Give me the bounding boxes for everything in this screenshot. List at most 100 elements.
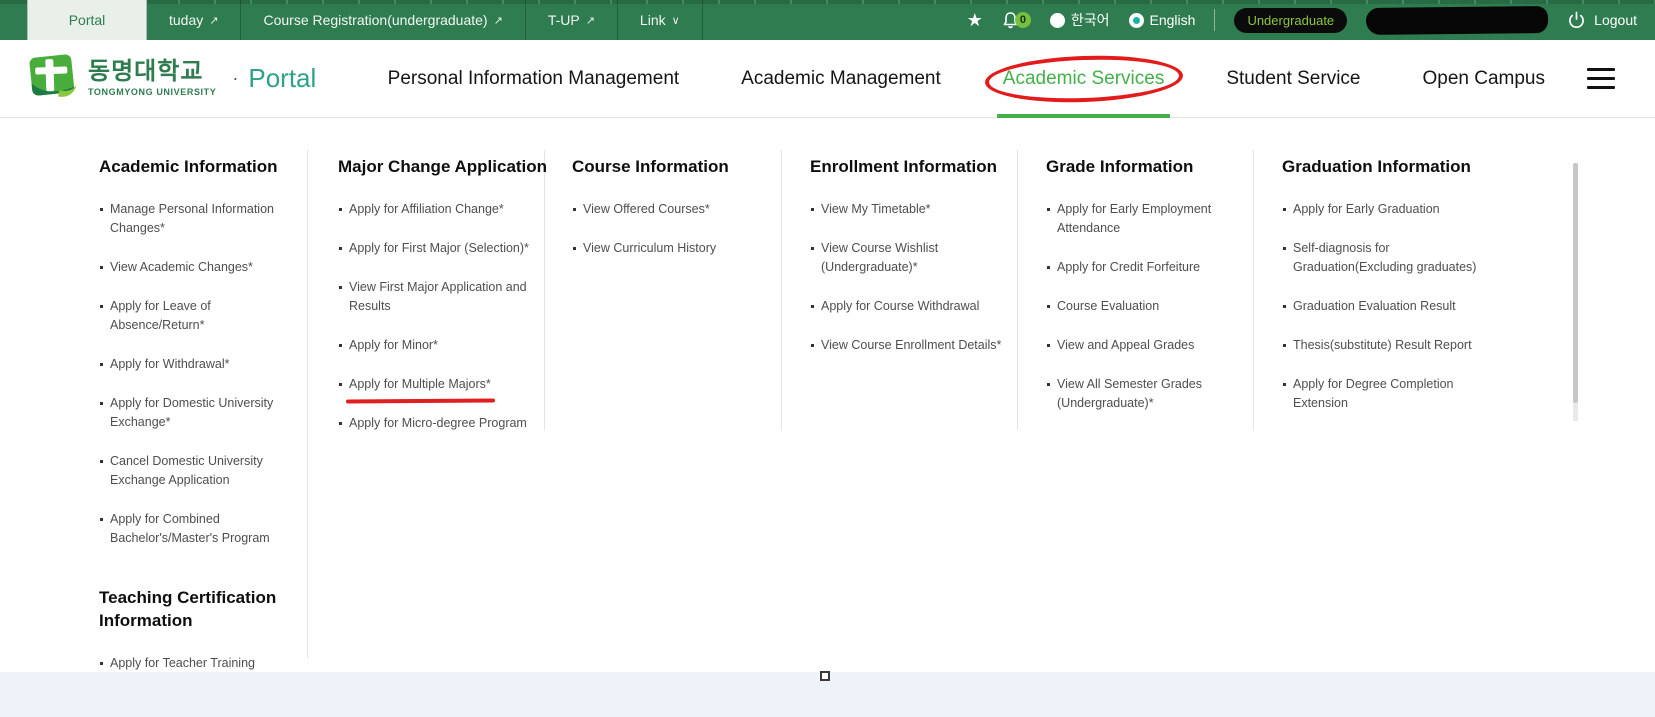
tab-link-dropdown[interactable]: Link ∨ — [618, 0, 703, 40]
menu-column-graduation-information: Graduation Information Apply for Early G… — [1282, 155, 1547, 433]
column-divider — [1253, 150, 1254, 430]
menu-column-grade-information: Grade Information Apply for Early Employ… — [1046, 155, 1241, 433]
portal-suffix: Portal — [248, 63, 316, 94]
menu-item-list: Apply for Early Employment Attendance Ap… — [1046, 200, 1241, 413]
menu-item-list: Manage Personal Information Changes* Vie… — [99, 200, 284, 548]
menu-item[interactable]: View My Timetable* — [810, 200, 1010, 219]
menu-item[interactable]: Thesis(substitute) Result Report — [1282, 336, 1547, 355]
tab-course-registration[interactable]: Course Registration(undergraduate) ↗ — [241, 0, 525, 40]
menu-item[interactable]: Apply for Withdrawal* — [99, 355, 284, 374]
tongmyong-logo-icon — [24, 51, 80, 105]
tab-tup-label: T-UP — [548, 12, 580, 28]
logout-button[interactable]: Logout — [1567, 11, 1637, 30]
menu-item[interactable]: Self-diagnosis for Graduation(Excluding … — [1282, 239, 1547, 277]
menu-item[interactable]: View and Appeal Grades — [1046, 336, 1241, 355]
language-radio-selected-icon — [1129, 13, 1144, 28]
external-link-icon: ↗ — [586, 14, 595, 27]
topbar-right-cluster: ★ 0 한국어 English Undergraduate — [967, 0, 1637, 40]
menu-item[interactable]: View First Major Application and Results — [338, 278, 553, 316]
menu-item[interactable]: View Academic Changes* — [99, 258, 284, 277]
language-english-option[interactable]: English — [1129, 12, 1196, 28]
menu-item[interactable]: Apply for First Major (Selection)* — [338, 239, 553, 258]
menu-column-enrollment-information: Enrollment Information View My Timetable… — [810, 155, 1010, 375]
nav-open-campus[interactable]: Open Campus — [1422, 40, 1545, 118]
language-korean-option[interactable]: 한국어 — [1050, 10, 1110, 30]
university-logo[interactable]: 동명대학교 TONGMYONG UNIVERSITY · Portal — [24, 51, 316, 105]
menu-item[interactable]: Apply for Credit Forfeiture — [1046, 258, 1241, 277]
tab-tuday-label: tuday — [169, 12, 203, 28]
section-title: Course Information — [572, 155, 772, 178]
top-tab-strip: Portal tuday ↗ Course Registration(under… — [27, 0, 703, 40]
menu-column-academic-information: Academic Information Manage Personal Inf… — [99, 155, 284, 717]
menu-item[interactable]: Cancel Domestic University Exchange Appl… — [99, 452, 284, 490]
notifications-button[interactable]: 0 — [1002, 11, 1031, 29]
small-square-marker — [820, 671, 830, 681]
nav-academic-management[interactable]: Academic Management — [741, 40, 941, 118]
menu-item[interactable]: Apply for Micro-degree Program — [338, 414, 553, 433]
section-title: Grade Information — [1046, 155, 1241, 178]
site-header: 동명대학교 TONGMYONG UNIVERSITY · Portal Pers… — [0, 40, 1655, 118]
tab-tuday[interactable]: tuday ↗ — [147, 0, 241, 40]
divider — [1214, 9, 1215, 31]
section-title: Enrollment Information — [810, 155, 1010, 178]
logo-text: 동명대학교 TONGMYONG UNIVERSITY — [88, 59, 216, 97]
top-utility-bar: Portal tuday ↗ Course Registration(under… — [0, 0, 1655, 40]
language-radio-icon — [1050, 13, 1065, 28]
menu-item[interactable]: View All Semester Grades (Undergraduate)… — [1046, 375, 1241, 413]
nav-personal-information-management[interactable]: Personal Information Management — [388, 40, 680, 118]
section-title: Teaching Certification Information — [99, 586, 284, 632]
menu-item-list: View Offered Courses* View Curriculum Hi… — [572, 200, 772, 258]
section-title: Academic Information — [99, 155, 284, 178]
menu-item[interactable]: Apply for Affiliation Change* — [338, 200, 553, 219]
tab-portal-label: Portal — [69, 12, 106, 28]
external-link-icon: ↗ — [209, 14, 218, 27]
section-title: Graduation Information — [1282, 155, 1547, 178]
menu-item[interactable]: Apply for Combined Bachelor's/Master's P… — [99, 510, 284, 548]
menu-item[interactable]: View Offered Courses* — [572, 200, 772, 219]
academic-services-mega-menu: Academic Information Manage Personal Inf… — [0, 118, 1655, 672]
menu-item-list: Apply for Affiliation Change* Apply for … — [338, 200, 553, 433]
portal-wordmark: · Portal — [232, 63, 316, 94]
notification-count-badge: 0 — [1015, 12, 1031, 28]
university-name-korean: 동명대학교 — [88, 59, 216, 85]
university-name-english: TONGMYONG UNIVERSITY — [88, 87, 216, 97]
nav-academic-services[interactable]: Academic Services — [1003, 40, 1165, 118]
tab-course-registration-label: Course Registration(undergraduate) — [263, 12, 487, 28]
logo-separator-dot: · — [232, 68, 238, 89]
section-title: Major Change Application — [338, 155, 553, 178]
portal-page: Portal tuday ↗ Course Registration(under… — [0, 0, 1655, 717]
menu-item[interactable]: Apply for Course Withdrawal — [810, 297, 1010, 316]
menu-item[interactable]: View Course Wishlist (Undergraduate)* — [810, 239, 1010, 277]
main-navigation: Personal Information Management Academic… — [388, 40, 1545, 118]
favorites-star-icon[interactable]: ★ — [967, 11, 983, 29]
column-divider — [307, 150, 308, 658]
column-divider — [1017, 150, 1018, 430]
menu-item[interactable]: Manage Personal Information Changes* — [99, 200, 284, 238]
menu-item[interactable]: View Course Enrollment Details* — [810, 336, 1010, 355]
red-underline-annotation: Apply for Multiple Majors* — [349, 375, 491, 394]
logout-label: Logout — [1594, 12, 1637, 28]
menu-item[interactable]: Apply for Domestic University Exchange* — [99, 394, 284, 432]
tab-tup[interactable]: T-UP ↗ — [526, 0, 618, 40]
menu-item[interactable]: Apply for Leave of Absence/Return* — [99, 297, 284, 335]
menu-item[interactable]: Apply for Early Employment Attendance — [1046, 200, 1241, 238]
menu-item[interactable]: Apply for Minor* — [338, 336, 553, 355]
menu-item[interactable]: View Curriculum History — [572, 239, 772, 258]
chevron-down-icon: ∨ — [672, 14, 680, 27]
menu-item[interactable]: Graduation Evaluation Result — [1282, 297, 1547, 316]
menu-scrollbar-thumb[interactable] — [1573, 163, 1578, 403]
redacted-user-name — [1366, 6, 1548, 35]
menu-item[interactable]: Apply for Early Graduation — [1282, 200, 1547, 219]
external-link-icon: ↗ — [494, 14, 503, 27]
hamburger-menu-icon[interactable] — [1587, 68, 1615, 89]
menu-item-list: Apply for Early Graduation Self-diagnosi… — [1282, 200, 1547, 413]
menu-item[interactable]: Apply for Degree Completion Extension — [1282, 375, 1547, 413]
menu-item[interactable]: Course Evaluation — [1046, 297, 1241, 316]
role-badge: Undergraduate — [1234, 8, 1347, 33]
language-korean-label: 한국어 — [1071, 10, 1110, 30]
menu-item-apply-multiple-majors[interactable]: Apply for Multiple Majors* — [338, 375, 553, 394]
menu-column-major-change-application: Major Change Application Apply for Affil… — [338, 155, 553, 453]
nav-student-service[interactable]: Student Service — [1226, 40, 1360, 118]
language-english-label: English — [1150, 12, 1196, 28]
tab-portal[interactable]: Portal — [27, 0, 147, 40]
